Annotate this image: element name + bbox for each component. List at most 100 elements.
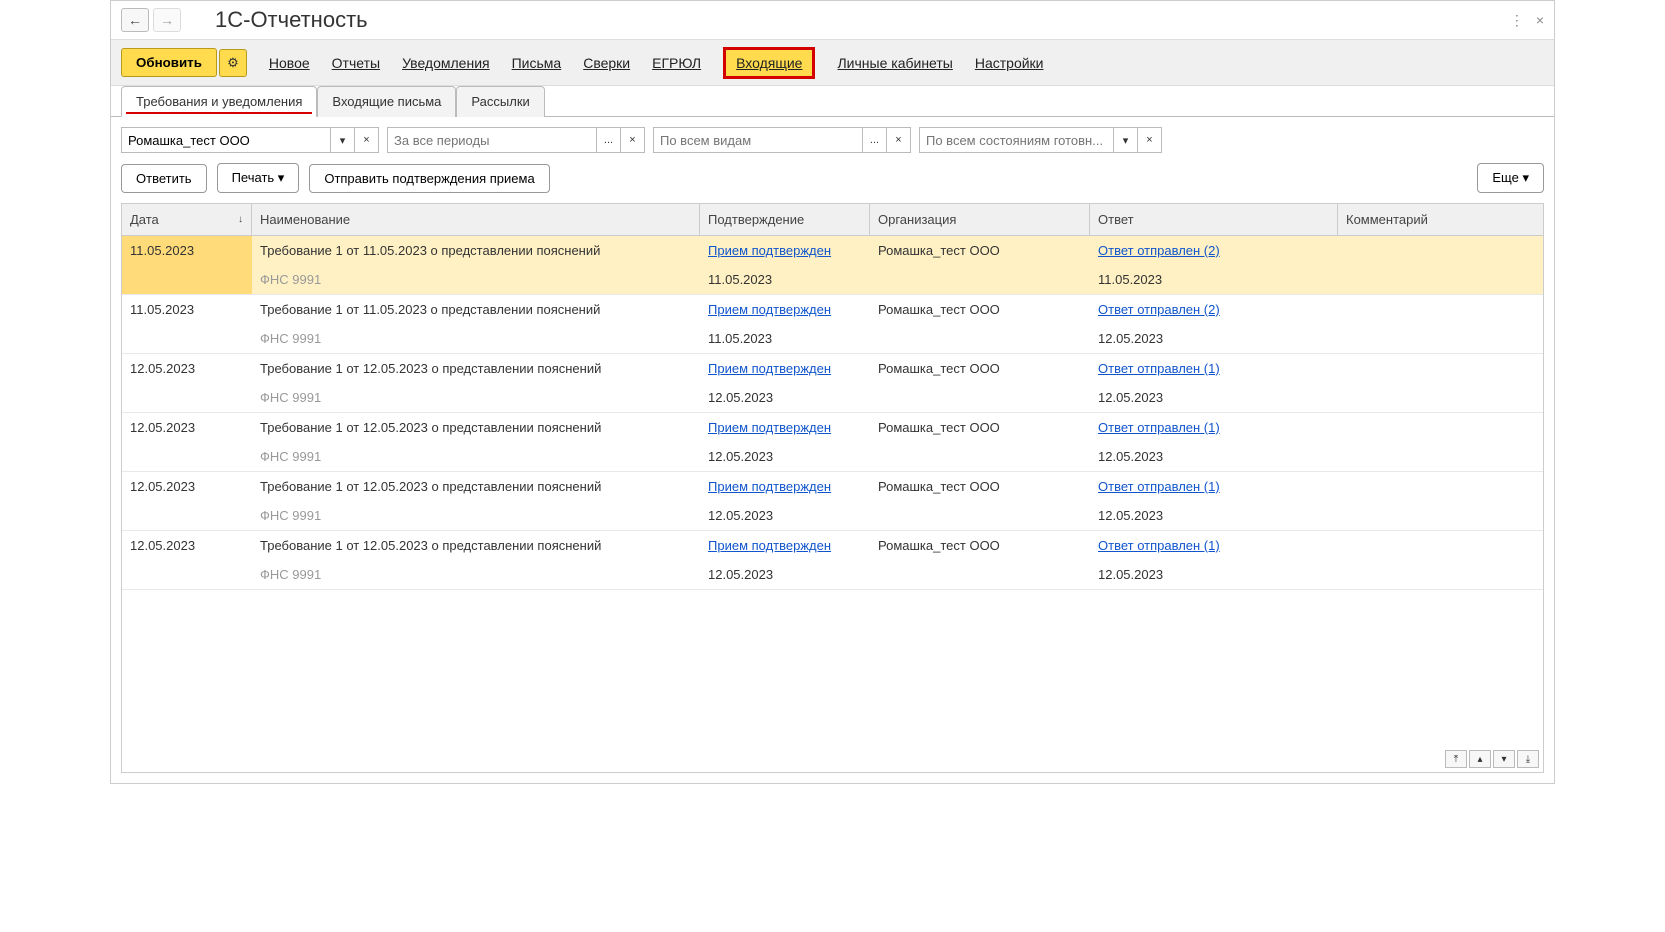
cell-date: 11.05.2023 xyxy=(122,295,252,324)
nav-сверки[interactable]: Сверки xyxy=(583,55,630,71)
period-clear[interactable]: × xyxy=(621,127,645,153)
col-org[interactable]: Организация xyxy=(870,204,1090,235)
response-link[interactable]: Ответ отправлен (1) xyxy=(1098,479,1220,494)
list-bottom-button[interactable]: ⤓ xyxy=(1517,750,1539,768)
cell-comment xyxy=(1338,531,1543,560)
list-up-button[interactable]: ▴ xyxy=(1469,750,1491,768)
cell-name: Требование 1 от 12.05.2023 о представлен… xyxy=(252,531,700,560)
nav-уведомления[interactable]: Уведомления xyxy=(402,55,490,71)
confirm-link[interactable]: Прием подтвержден xyxy=(708,243,831,258)
cell-sub: ФНС 9991 xyxy=(252,560,700,589)
status-dropdown[interactable]: ▾ xyxy=(1114,127,1138,153)
col-comment[interactable]: Комментарий xyxy=(1338,204,1543,235)
confirm-link[interactable]: Прием подтвержден xyxy=(708,302,831,317)
send-confirmations-button[interactable]: Отправить подтверждения приема xyxy=(309,164,549,193)
org-dropdown[interactable]: ▾ xyxy=(331,127,355,153)
org-clear[interactable]: × xyxy=(355,127,379,153)
cell-confirm-date: 11.05.2023 xyxy=(700,265,870,294)
confirm-link[interactable]: Прием подтвержден xyxy=(708,420,831,435)
col-name[interactable]: Наименование xyxy=(252,204,700,235)
response-link[interactable]: Ответ отправлен (1) xyxy=(1098,538,1220,553)
list-top-button[interactable]: ⤒ xyxy=(1445,750,1467,768)
print-button[interactable]: Печать ▾ xyxy=(217,163,300,193)
type-filter[interactable] xyxy=(653,127,863,153)
confirm-link[interactable]: Прием подтвержден xyxy=(708,479,831,494)
response-link[interactable]: Ответ отправлен (2) xyxy=(1098,243,1220,258)
col-confirm[interactable]: Подтверждение xyxy=(700,204,870,235)
cell-name: Требование 1 от 12.05.2023 о представлен… xyxy=(252,413,700,442)
menu-icon[interactable]: ⋮ xyxy=(1510,12,1524,29)
cell-org: Ромашка_тест ООО xyxy=(870,413,1090,442)
gear-button[interactable]: ⚙ xyxy=(219,49,247,77)
table-row[interactable]: 12.05.2023Требование 1 от 12.05.2023 о п… xyxy=(122,354,1543,413)
cell-confirm-date: 12.05.2023 xyxy=(700,560,870,589)
cell-response-date: 12.05.2023 xyxy=(1090,383,1338,412)
table-row[interactable]: 11.05.2023Требование 1 от 11.05.2023 о п… xyxy=(122,236,1543,295)
cell-comment xyxy=(1338,295,1543,324)
sort-asc-icon: ↓ xyxy=(238,214,243,225)
cell-date: 12.05.2023 xyxy=(122,472,252,501)
cell-date: 12.05.2023 xyxy=(122,531,252,560)
cell-name: Требование 1 от 11.05.2023 о представлен… xyxy=(252,295,700,324)
refresh-button[interactable]: Обновить xyxy=(121,48,217,77)
confirm-link[interactable]: Прием подтвержден xyxy=(708,538,831,553)
cell-name: Требование 1 от 12.05.2023 о представлен… xyxy=(252,472,700,501)
forward-button[interactable]: → xyxy=(153,8,181,32)
page-title: 1С-Отчетность xyxy=(215,7,368,33)
close-icon[interactable]: × xyxy=(1536,12,1544,28)
nav-новое[interactable]: Новое xyxy=(269,55,310,71)
type-ellipsis[interactable]: ... xyxy=(863,127,887,153)
period-ellipsis[interactable]: ... xyxy=(597,127,621,153)
cell-confirm-date: 11.05.2023 xyxy=(700,324,870,353)
cell-org: Ромашка_тест ООО xyxy=(870,236,1090,265)
confirm-link[interactable]: Прием подтвержден xyxy=(708,361,831,376)
more-button[interactable]: Еще ▾ xyxy=(1477,163,1544,193)
cell-sub: ФНС 9991 xyxy=(252,383,700,412)
cell-sub: ФНС 9991 xyxy=(252,501,700,530)
nav-входящие[interactable]: Входящие xyxy=(723,47,815,79)
col-response[interactable]: Ответ xyxy=(1090,204,1338,235)
cell-comment xyxy=(1338,413,1543,442)
cell-comment xyxy=(1338,236,1543,265)
tab-2[interactable]: Рассылки xyxy=(456,86,544,117)
status-filter[interactable] xyxy=(919,127,1114,153)
cell-comment xyxy=(1338,472,1543,501)
chevron-down-icon: ▾ xyxy=(1522,170,1529,185)
cell-name: Требование 1 от 11.05.2023 о представлен… xyxy=(252,236,700,265)
nav-отчеты[interactable]: Отчеты xyxy=(332,55,380,71)
period-filter[interactable] xyxy=(387,127,597,153)
response-link[interactable]: Ответ отправлен (1) xyxy=(1098,361,1220,376)
response-link[interactable]: Ответ отправлен (2) xyxy=(1098,302,1220,317)
tab-0[interactable]: Требования и уведомления xyxy=(121,86,317,117)
tab-1[interactable]: Входящие письма xyxy=(317,86,456,117)
cell-confirm-date: 12.05.2023 xyxy=(700,442,870,471)
nav-егрюл[interactable]: ЕГРЮЛ xyxy=(652,55,701,71)
cell-date: 11.05.2023 xyxy=(122,236,252,265)
table-row[interactable]: 12.05.2023Требование 1 от 12.05.2023 о п… xyxy=(122,472,1543,531)
nav-настройки[interactable]: Настройки xyxy=(975,55,1044,71)
table-row[interactable]: 11.05.2023Требование 1 от 11.05.2023 о п… xyxy=(122,295,1543,354)
cell-sub: ФНС 9991 xyxy=(252,265,700,294)
nav-письма[interactable]: Письма xyxy=(512,55,562,71)
table-row[interactable]: 12.05.2023Требование 1 от 12.05.2023 о п… xyxy=(122,413,1543,472)
cell-confirm-date: 12.05.2023 xyxy=(700,501,870,530)
status-clear[interactable]: × xyxy=(1138,127,1162,153)
cell-date: 12.05.2023 xyxy=(122,413,252,442)
cell-date: 12.05.2023 xyxy=(122,354,252,383)
cell-response-date: 12.05.2023 xyxy=(1090,442,1338,471)
gear-icon: ⚙ xyxy=(227,55,239,71)
cell-org: Ромашка_тест ООО xyxy=(870,295,1090,324)
cell-sub: ФНС 9991 xyxy=(252,324,700,353)
cell-name: Требование 1 от 12.05.2023 о представлен… xyxy=(252,354,700,383)
reply-button[interactable]: Ответить xyxy=(121,164,207,193)
type-clear[interactable]: × xyxy=(887,127,911,153)
list-down-button[interactable]: ▾ xyxy=(1493,750,1515,768)
table-row[interactable]: 12.05.2023Требование 1 от 12.05.2023 о п… xyxy=(122,531,1543,590)
chevron-down-icon: ▾ xyxy=(278,170,285,185)
back-button[interactable]: ← xyxy=(121,8,149,32)
org-filter[interactable] xyxy=(121,127,331,153)
col-date[interactable]: Дата↓ xyxy=(122,204,252,235)
response-link[interactable]: Ответ отправлен (1) xyxy=(1098,420,1220,435)
nav-личные кабинеты[interactable]: Личные кабинеты xyxy=(837,55,952,71)
cell-confirm-date: 12.05.2023 xyxy=(700,383,870,412)
